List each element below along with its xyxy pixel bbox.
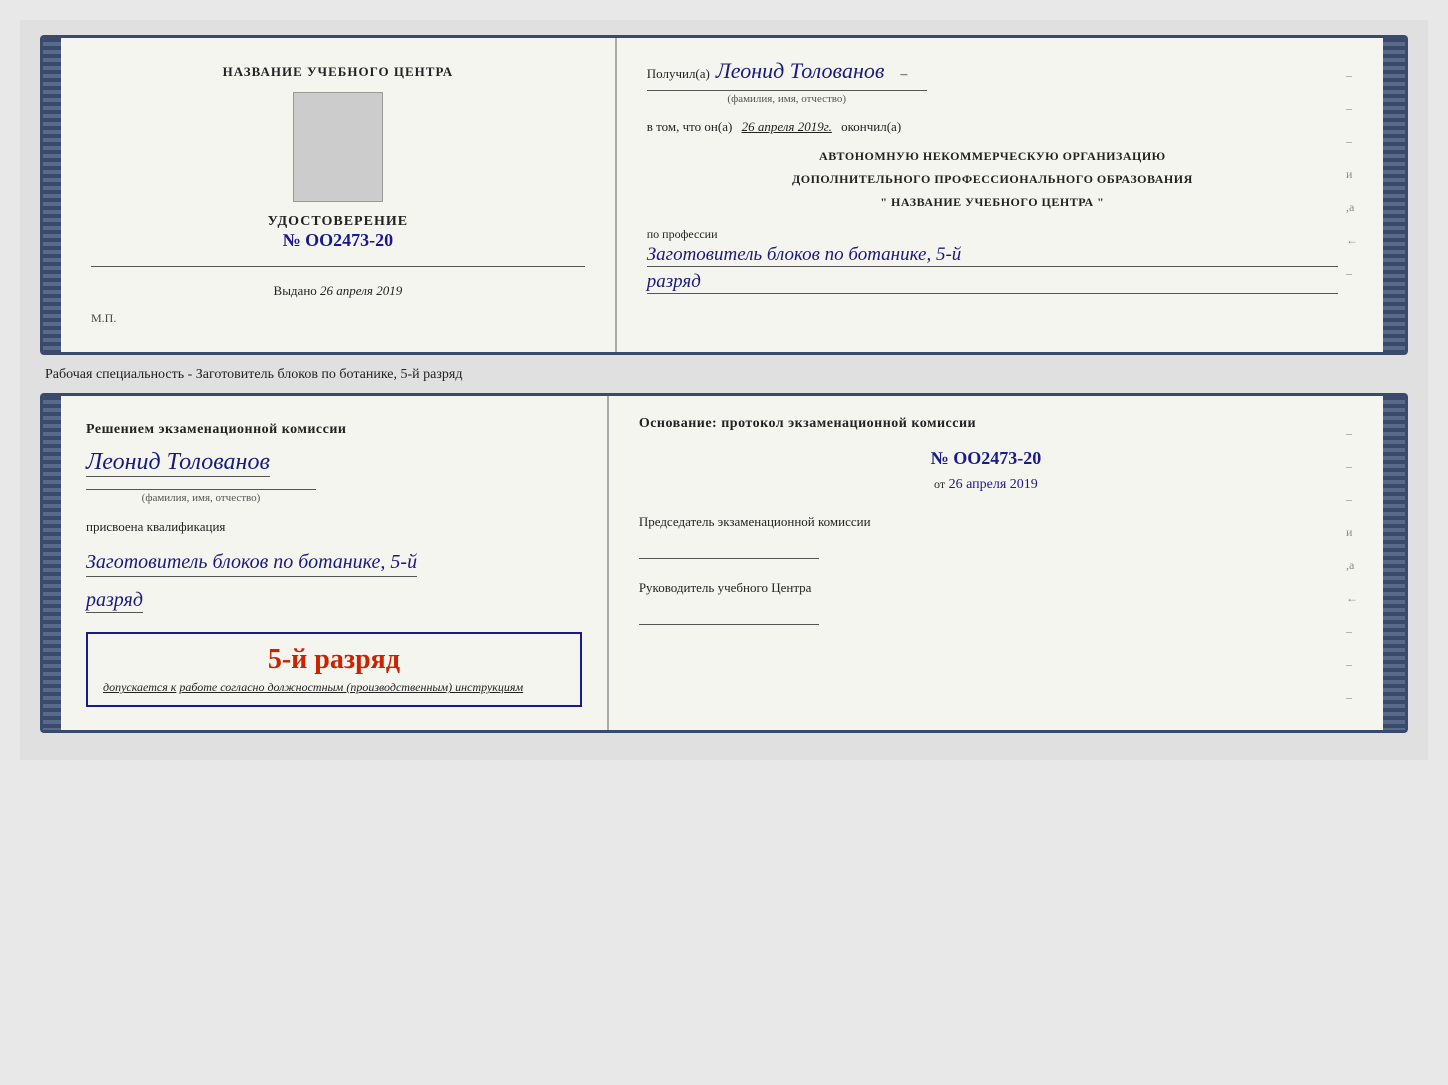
doc1-side-dashes: – – – и ,а ← – (1346, 68, 1358, 281)
doc2-protocol-number: № OO2473-20 (639, 448, 1333, 469)
page-wrapper: НАЗВАНИЕ УЧЕБНОГО ЦЕНТРА УДОСТОВЕРЕНИЕ №… (20, 20, 1428, 760)
doc1-dash6: ← (1346, 233, 1358, 248)
doc1-dash3: – (1346, 134, 1358, 149)
doc2-dash7: – (1346, 624, 1358, 639)
doc1-profession-value: Заготовитель блоков по ботанике, 5-й (647, 244, 1338, 267)
left-spine-1 (43, 38, 61, 352)
doc2-left-panel: Решением экзаменационной комиссии Леонид… (61, 396, 609, 730)
doc2-basis-title: Основание: протокол экзаменационной коми… (639, 416, 1333, 432)
doc1-rank-value: разряд (647, 271, 1338, 294)
doc-caption: Рабочая специальность - Заготовитель бло… (45, 367, 1408, 383)
doc2-dash9: – (1346, 690, 1358, 705)
doc2-from-row: от 26 апреля 2019 (639, 477, 1333, 493)
doc1-issued-date: 26 апреля 2019 (320, 283, 402, 298)
doc1-recipient-row: Получил(а) Леонид Толованов – (647, 58, 1338, 86)
left-spine-2 (43, 396, 61, 730)
doc1-confirm-row: в том, что он(а) 26 апреля 2019г. окончи… (647, 119, 1338, 135)
doc2-badge-work: работе согласно должностным (производств… (179, 680, 523, 694)
doc2-badge-rank: 5-й разряд (103, 644, 565, 676)
doc2-rank: разряд (86, 589, 143, 613)
doc1-issued-label: Выдано (274, 283, 317, 298)
doc2-badge-prefix: допускается к (103, 680, 176, 694)
right-spine-1 (1383, 38, 1405, 352)
doc2-badge-desc: допускается к работе согласно должностны… (103, 680, 565, 695)
doc2-chairman-block: Председатель экзаменационной комиссии (639, 513, 1333, 559)
doc2-qualification-label: присвоена квалификация (86, 519, 225, 535)
document-card-2: Решением экзаменационной комиссии Леонид… (40, 393, 1408, 733)
doc1-dash-after-name: – (900, 67, 907, 83)
doc1-cert-title: УДОСТОВЕРЕНИЕ (268, 214, 408, 230)
document-card-1: НАЗВАНИЕ УЧЕБНОГО ЦЕНТРА УДОСТОВЕРЕНИЕ №… (40, 35, 1408, 355)
doc2-from-date: 26 апреля 2019 (949, 477, 1038, 492)
doc1-confirm-suffix: окончил(а) (841, 119, 901, 134)
doc1-org-line2: ДОПОЛНИТЕЛЬНОГО ПРОФЕССИОНАЛЬНОГО ОБРАЗО… (647, 170, 1338, 189)
right-spine-2 (1383, 396, 1405, 730)
doc1-confirm-prefix: в том, что он(а) (647, 119, 733, 134)
doc1-org-line1: АВТОНОМНУЮ НЕКОММЕРЧЕСКУЮ ОРГАНИЗАЦИЮ (647, 147, 1338, 166)
doc2-name-sublabel: (фамилия, имя, отчество) (86, 489, 316, 504)
doc2-director-block: Руководитель учебного Центра (639, 579, 1333, 625)
doc2-dash1: – (1346, 426, 1358, 441)
doc1-left-panel: НАЗВАНИЕ УЧЕБНОГО ЦЕНТРА УДОСТОВЕРЕНИЕ №… (61, 38, 617, 352)
doc2-dash5: ,а (1346, 558, 1358, 573)
doc1-dash5: ,а (1346, 200, 1358, 215)
doc2-director-sig-line (639, 613, 819, 625)
doc1-recipient-prefix: Получил(а) (647, 66, 710, 82)
doc2-dash4: и (1346, 525, 1358, 540)
doc1-training-center-title: НАЗВАНИЕ УЧЕБНОГО ЦЕНТРА (223, 64, 454, 80)
doc2-dash2: – (1346, 459, 1358, 474)
doc1-photo-placeholder (293, 92, 383, 202)
doc1-cert-number: № OO2473-20 (268, 230, 408, 251)
doc1-right-panel: Получил(а) Леонид Толованов – (фамилия, … (617, 38, 1383, 352)
doc2-side-dashes: – – – и ,а ← – – – (1346, 426, 1358, 705)
doc1-confirm-date: 26 апреля 2019г. (742, 119, 832, 134)
doc2-chairman-sig-line (639, 547, 819, 559)
doc1-profession-label: по профессии (647, 227, 1338, 242)
doc2-dash3: – (1346, 492, 1358, 507)
doc1-org-block: АВТОНОМНУЮ НЕКОММЕРЧЕСКУЮ ОРГАНИЗАЦИЮ ДО… (647, 147, 1338, 213)
doc1-org-line3: " НАЗВАНИЕ УЧЕБНОГО ЦЕНТРА " (647, 193, 1338, 212)
doc2-chairman-label: Председатель экзаменационной комиссии (639, 513, 1333, 531)
doc1-stamp: М.П. (91, 311, 116, 326)
doc2-badge-box: 5-й разряд допускается к работе согласно… (86, 632, 582, 707)
doc1-name-sublabel: (фамилия, имя, отчество) (647, 90, 927, 105)
doc2-director-label: Руководитель учебного Центра (639, 579, 1333, 597)
doc2-name: Леонид Толованов (86, 449, 270, 477)
doc1-profession-block: по профессии Заготовитель блоков по бота… (647, 227, 1338, 294)
doc2-decision-text: Решением экзаменационной комиссии (86, 419, 346, 440)
doc1-recipient-name: Леонид Толованов (716, 58, 885, 84)
doc2-right-panel: Основание: протокол экзаменационной коми… (609, 396, 1383, 730)
doc1-dash1: – (1346, 68, 1358, 83)
doc2-from-prefix: от (934, 477, 945, 491)
doc1-dash7: – (1346, 266, 1358, 281)
doc1-issued-line: Выдано 26 апреля 2019 (274, 283, 403, 299)
doc1-dash4: и (1346, 167, 1358, 182)
doc2-qualification-value: Заготовитель блоков по ботанике, 5-й (86, 548, 417, 577)
doc2-dash6: ← (1346, 591, 1358, 606)
doc1-dash2: – (1346, 101, 1358, 116)
doc2-dash8: – (1346, 657, 1358, 672)
